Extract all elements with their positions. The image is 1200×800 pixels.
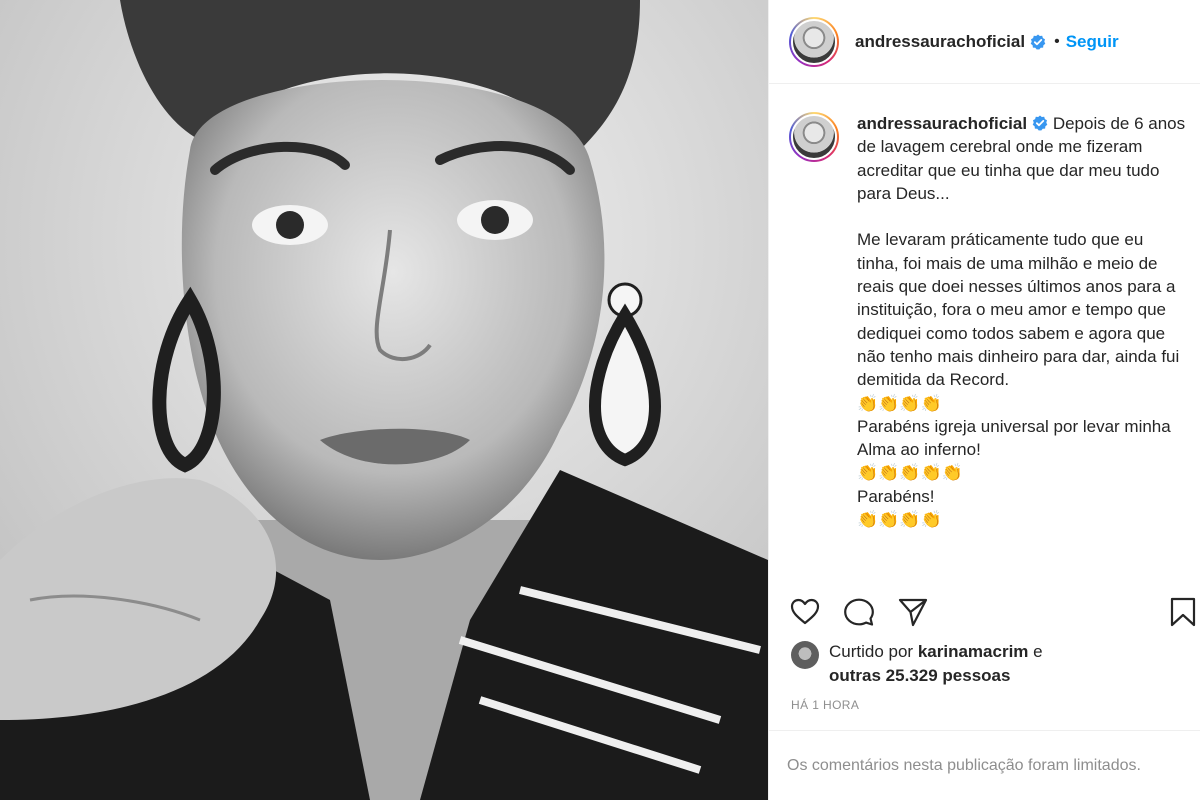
likes-prefix: Curtido por [829,642,914,661]
author-username[interactable]: andressaurachoficial [855,32,1025,52]
caption-line: Parabéns! [857,486,935,506]
header-separator: • [1054,32,1060,50]
likes-text: Curtido por karinamacrim e outras 25.329… [829,640,1043,688]
caption-emoji-line: 👏👏👏👏 [857,510,942,530]
verified-badge-icon [1032,115,1048,131]
heart-icon[interactable] [789,596,821,628]
caption-emoji-line: 👏👏👏👏 [857,393,942,413]
likes-conjunction: e [1033,642,1043,661]
likes-summary: Curtido por karinamacrim e outras 25.329… [791,640,1191,688]
caption-author-avatar[interactable] [789,112,839,162]
liker-username[interactable]: karinamacrim [918,642,1029,661]
caption-username[interactable]: andressaurachoficial [857,114,1027,133]
liker-avatar[interactable] [791,641,819,669]
post-caption: andressaurachoficial Depois de 6 anos de… [789,112,1199,531]
author-avatar[interactable] [789,16,839,67]
portrait-image [0,0,768,800]
caption-emoji-line: 👏👏👏👏👏 [857,463,963,483]
paper-plane-icon[interactable] [897,596,929,628]
comment-bubble-icon[interactable] [843,596,875,628]
caption-body: andressaurachoficial Depois de 6 anos de… [857,112,1187,531]
bookmark-icon[interactable] [1167,596,1199,628]
comments-limited-notice: Os comentários nesta publicação foram li… [769,730,1200,800]
likes-others-link[interactable]: outras 25.329 pessoas [829,666,1010,685]
follow-button[interactable]: Seguir [1066,32,1119,52]
caption-line: Me levaram práticamente tudo que eu tinh… [857,230,1185,390]
post-photo[interactable] [0,0,768,800]
post-details-panel: andressaurachoficial • Seguir andressaur… [768,0,1200,800]
post-timestamp[interactable]: HÁ 1 HORA [791,698,859,712]
caption-line: Parabéns igreja universal por levar minh… [857,416,1175,460]
post-actions [789,594,1200,630]
post-header: andressaurachoficial • Seguir [769,0,1200,84]
verified-badge-icon [1030,34,1046,50]
